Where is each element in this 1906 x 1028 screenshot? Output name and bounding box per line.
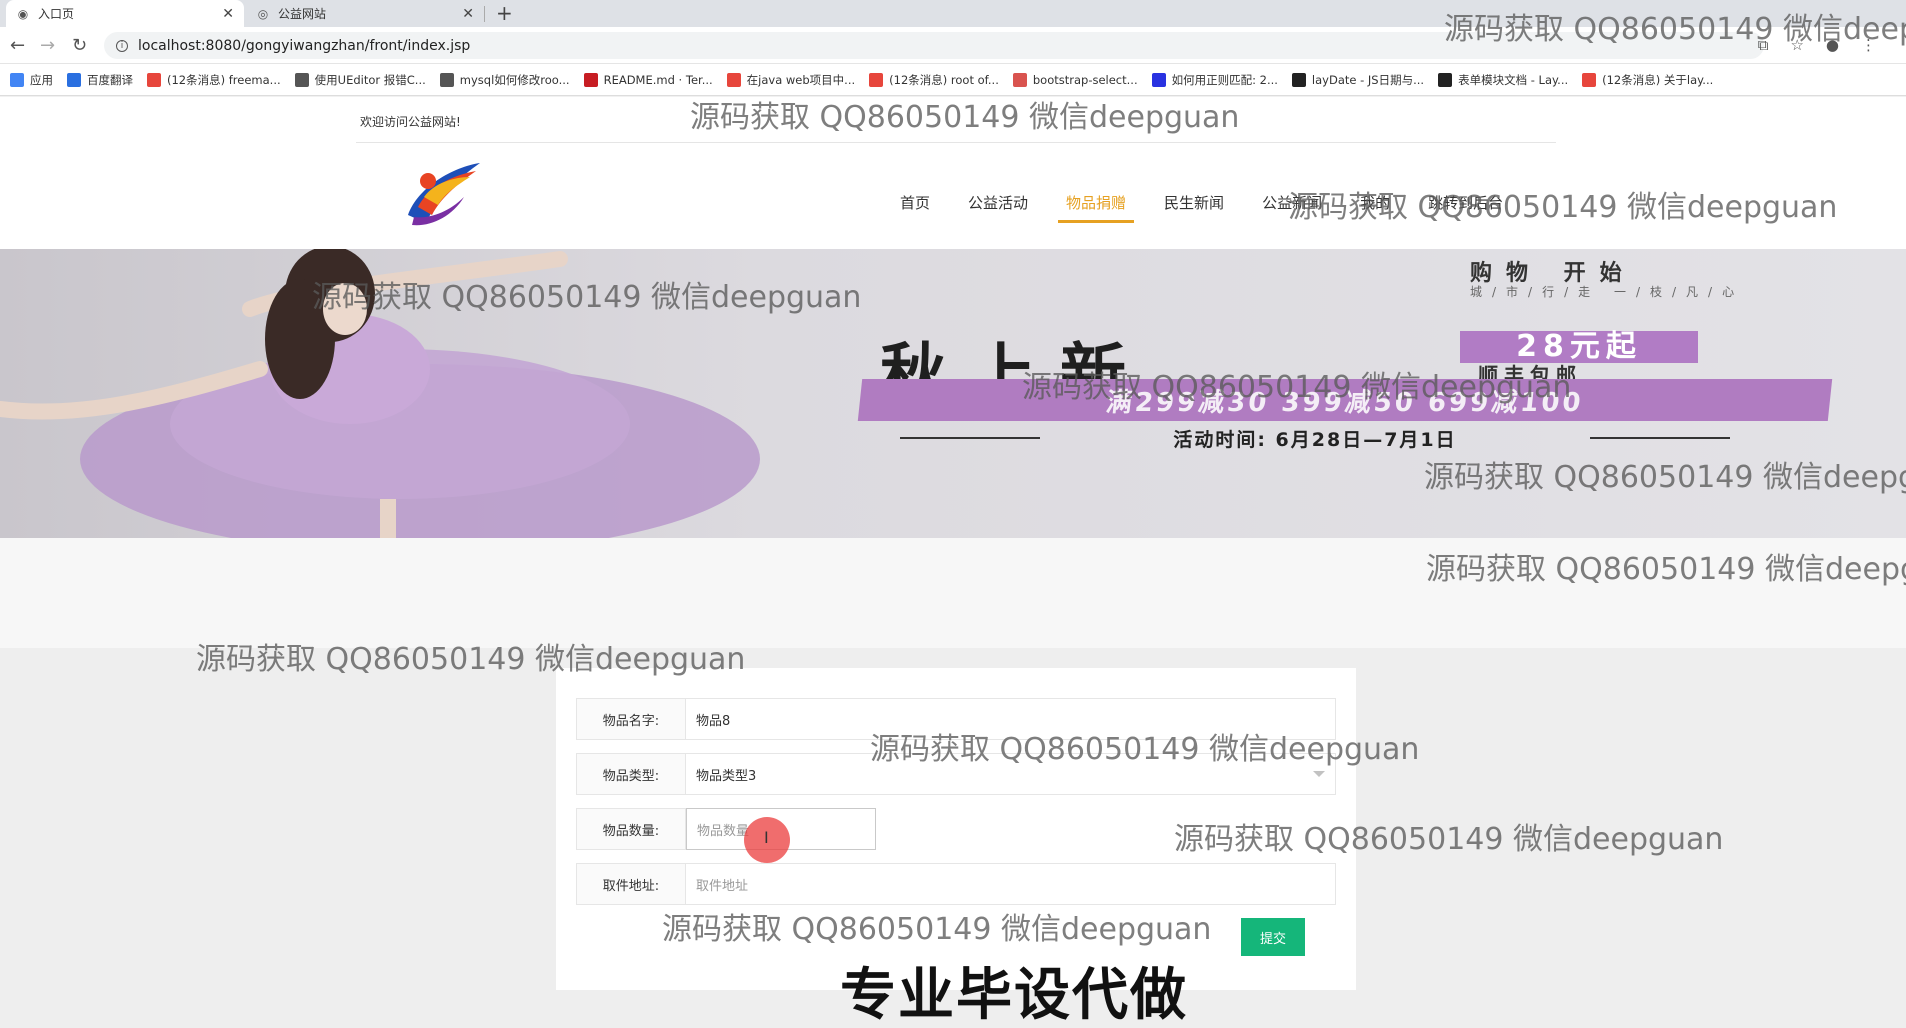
item-type-label: 物品类型: <box>576 753 686 795</box>
site-logo[interactable] <box>398 157 488 229</box>
reload-icon[interactable]: ↻ <box>72 35 87 56</box>
url-text: localhost:8080/gongyiwangzhan/front/inde… <box>138 37 471 54</box>
nav-item[interactable]: 公益活动 <box>968 192 1028 213</box>
globe-icon: ◉ <box>17 6 29 21</box>
csdn-icon <box>869 72 884 87</box>
bookmark-label: 百度翻译 <box>87 72 133 87</box>
bookmark-label: 应用 <box>30 72 53 87</box>
layui-icon <box>1291 72 1306 87</box>
csdn-icon <box>147 72 161 87</box>
bookmark-label: mysql如何修改roo... <box>459 72 570 87</box>
item-name-label: 物品名字: <box>576 698 686 740</box>
welcome-text: 欢迎访问公益网站! <box>360 115 461 129</box>
promo-time: 活动时间: 6月28日—7月1日 <box>900 425 1730 452</box>
bookmark-label: 使用UEditor 报错C... <box>314 72 426 87</box>
bookmark-item[interactable]: bootstrap-select... <box>1012 72 1138 87</box>
bookmark-item[interactable]: (12条消息) 关于lay... <box>1582 72 1713 88</box>
pickup-address-input[interactable]: 取件地址 <box>686 863 1336 905</box>
nav-item[interactable]: 首页 <box>900 192 930 213</box>
item-type-value: 物品类型3 <box>696 768 757 784</box>
chevron-down-icon <box>1313 771 1325 777</box>
info-icon[interactable]: i <box>116 39 128 52</box>
watermark: 源码获取 QQ86050149 微信deepguan <box>690 100 1240 135</box>
form-row-address: 取件地址: 取件地址 <box>576 863 1336 905</box>
watermark: 源码获取 QQ86050149 微信deepguan <box>1022 370 1572 405</box>
text-cursor-icon: Ι <box>764 828 769 847</box>
link-icon <box>294 72 309 87</box>
bookmark-label: 如何用正则匹配: 2... <box>1171 72 1278 87</box>
watermark: 源码获取 QQ86050149 微信deepguan <box>662 912 1212 947</box>
baidu-icon <box>1151 72 1166 87</box>
watermark: 源码获取 QQ86050149 微信deepguan <box>1288 190 1838 225</box>
header-divider <box>356 142 1556 143</box>
bookmark-label: README.md · Ter... <box>603 72 713 87</box>
watermark: 源码获取 QQ86050149 微信deepguan <box>312 280 862 315</box>
layui-icon <box>1438 72 1453 87</box>
forward-icon[interactable]: → <box>40 35 55 56</box>
watermark: 源码获取 QQ86050149 微信deep <box>1444 12 1906 47</box>
back-icon[interactable]: ← <box>10 35 25 56</box>
tab-title: 入口页 <box>38 7 75 21</box>
watermark: 源码获取 QQ86050149 微信deepguan <box>870 732 1420 767</box>
apps-icon <box>10 72 24 87</box>
watermark: 源码获取 QQ86050149 微信deepguan <box>1174 822 1724 857</box>
gitee-icon <box>583 72 598 87</box>
translate-icon <box>67 72 81 87</box>
csdn-icon <box>726 72 741 87</box>
bookmark-item[interactable]: 如何用正则匹配: 2... <box>1151 72 1278 88</box>
bookmark-item[interactable]: mysql如何修改roo... <box>439 72 570 88</box>
bookmark-label: 在java web项目中... <box>746 72 856 87</box>
bookmark-label: layDate - JS日期与... <box>1311 72 1425 87</box>
bookmark-item[interactable]: 应用 <box>10 72 53 88</box>
link-icon <box>439 72 454 87</box>
bookmark-item[interactable]: 表单模块文档 - Lay... <box>1438 72 1568 88</box>
bookmark-item[interactable]: layDate - JS日期与... <box>1291 72 1425 88</box>
bookmark-item[interactable]: 百度翻译 <box>67 72 133 88</box>
tab-divider <box>484 6 485 22</box>
bookmark-label: 表单模块文档 - Lay... <box>1458 72 1569 87</box>
tab-title: 公益网站 <box>278 7 327 21</box>
new-tab-icon[interactable]: + <box>496 1 513 25</box>
bookmark-item[interactable]: 使用UEditor 报错C... <box>294 72 426 88</box>
close-icon[interactable]: ✕ <box>462 6 474 22</box>
nav-item[interactable]: 物品捐赠 <box>1058 192 1135 223</box>
watermark: 源码获取 QQ86050149 微信deepguan <box>196 642 746 677</box>
close-icon[interactable]: ✕ <box>222 6 234 22</box>
submit-button[interactable]: 提交 <box>1241 918 1305 956</box>
tab-charity-site[interactable]: ◎ 公益网站 ✕ <box>246 0 484 27</box>
csdn-icon <box>1582 72 1597 87</box>
tab-entry-page[interactable]: ◉ 入口页 ✕ <box>6 0 244 27</box>
bookmark-label: bootstrap-select... <box>1032 72 1138 87</box>
globe-icon: ◎ <box>257 6 269 21</box>
bookmark-item[interactable]: (12条消息) root of... <box>869 72 999 88</box>
bookmark-label: (12条消息) 关于lay... <box>1602 72 1714 87</box>
bookmark-item[interactable]: README.md · Ter... <box>583 72 713 87</box>
video-caption: 专业毕设代做 <box>840 963 1188 1028</box>
banner-top-subtext: 城/市/行/走 一/枝/凡/心 <box>1470 285 1745 299</box>
watermark: 源码获取 QQ86050149 微信deepg <box>1424 460 1906 495</box>
bookmark-label: (12条消息) root of... <box>889 72 999 87</box>
bookmark-item[interactable]: (12条消息) freema... <box>147 72 281 88</box>
bookmark-item[interactable]: 在java web项目中... <box>726 72 856 88</box>
item-quantity-label: 物品数量: <box>576 808 686 850</box>
bookmark-label: (12条消息) freema... <box>167 72 281 87</box>
pickup-address-label: 取件地址: <box>576 863 686 905</box>
watermark: 源码获取 QQ86050149 微信deepg <box>1426 552 1906 587</box>
nav-item[interactable]: 民生新闻 <box>1164 192 1224 213</box>
doc-icon <box>1012 72 1027 87</box>
